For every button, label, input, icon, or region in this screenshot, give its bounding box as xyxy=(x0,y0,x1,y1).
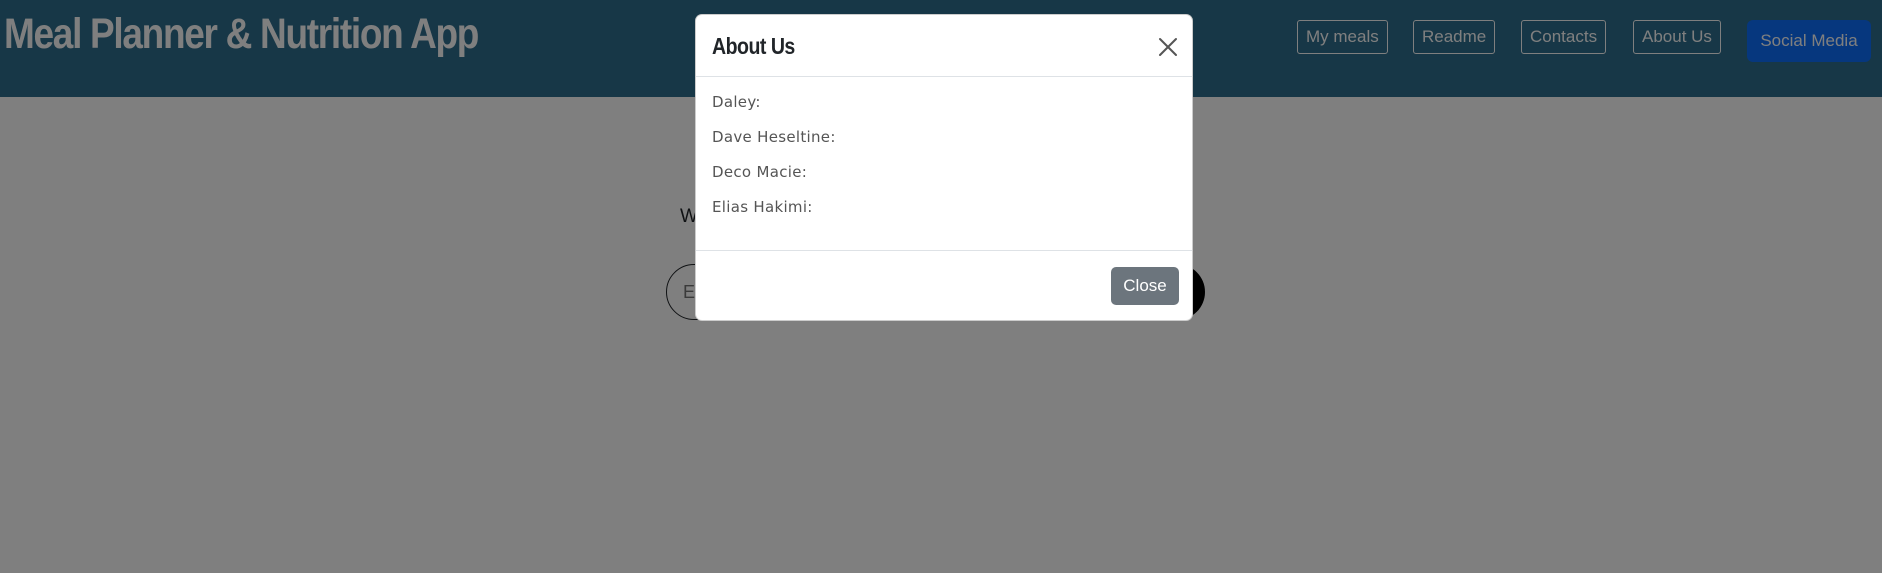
modal-body: Daley: Dave Heseltine: Deco Macie: Elias… xyxy=(712,91,1172,231)
member-item: Deco Macie: xyxy=(712,163,808,181)
member-item: Elias Hakimi: xyxy=(712,198,813,216)
member-item: Daley: xyxy=(712,93,761,111)
modal-footer: Close xyxy=(696,250,1192,322)
modal-header: About Us xyxy=(696,15,1192,77)
about-us-modal: About Us Daley: Dave Heseltine: Deco Mac… xyxy=(695,14,1193,321)
page: Meal Planner & Nutrition App My meals Re… xyxy=(0,0,1882,573)
member-item: Dave Heseltine: xyxy=(712,128,836,146)
close-button[interactable]: Close xyxy=(1111,267,1179,305)
modal-title: About Us xyxy=(712,33,795,59)
close-icon[interactable] xyxy=(1156,35,1180,59)
